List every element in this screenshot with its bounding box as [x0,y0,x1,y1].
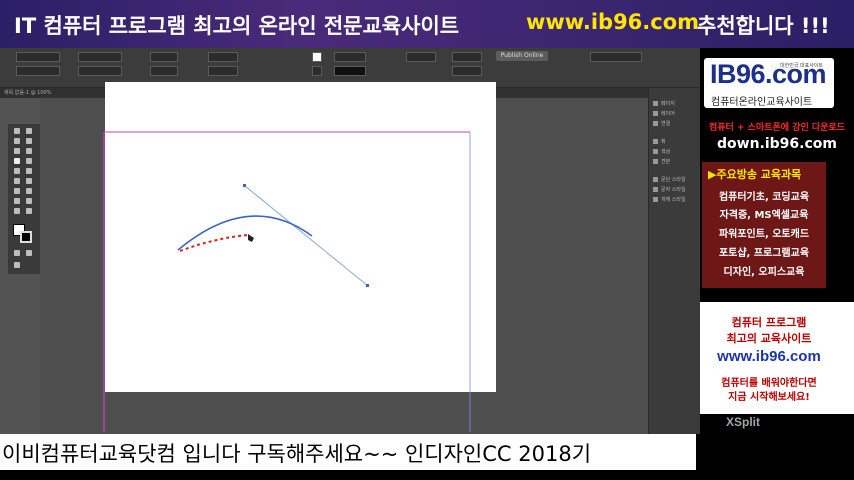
height-field[interactable] [78,66,122,76]
panel-character-styles[interactable]: 문자 스타일 [653,186,686,193]
panel-dock: 페이지 레이어 연결 획 색상 견본 문단 스타일 문자 스타일 개체 스타일 [648,88,700,434]
course-item: 컴퓨터기초, 코딩교육 [718,192,810,203]
ib96-logo: IB96.com 대한민국 대표사이트 컴퓨터온라인교육사이트 [704,58,834,108]
promo-card-url[interactable]: www.ib96.com [700,348,838,365]
y-field[interactable] [16,66,60,76]
panel-stroke[interactable]: 획 [653,138,666,145]
rectangle-frame-tool-icon[interactable] [14,168,20,174]
stroke-swatch[interactable] [312,66,322,76]
logo-tiny-text: 대한민국 대표사이트 [780,63,823,69]
promo-card-line: 컴퓨터 프로그램 [731,316,807,329]
panel-object-styles[interactable]: 개체 스타일 [653,196,686,203]
stroke-type-select[interactable] [334,66,366,76]
apply-none-icon[interactable] [26,250,32,256]
width-field[interactable] [78,52,122,62]
effects-field[interactable] [452,52,482,62]
scale-y-field[interactable] [150,66,178,76]
pencil-tool-icon[interactable] [26,158,32,164]
gradient-feather-tool-icon[interactable] [26,188,32,194]
note-tool-icon[interactable] [14,198,20,204]
panel-paragraph-styles[interactable]: 문단 스타일 [653,176,686,183]
scissors-tool-icon[interactable] [14,178,20,184]
page-tool-icon[interactable] [14,138,20,144]
panel-swatches[interactable]: 견본 [653,158,670,165]
courses-box: ▶주요방송 교육과목 컴퓨터기초, 코딩교육 자격증, MS엑셀교육 파워포인트… [702,162,826,288]
rectangle-tool-icon[interactable] [26,168,32,174]
x-field[interactable] [16,52,60,62]
zoom-tool-icon[interactable] [26,208,32,214]
hand-tool-icon[interactable] [14,208,20,214]
courses-heading: ▶주요방송 교육과목 [708,168,802,181]
stroke-weight-field[interactable] [334,52,366,62]
document-tab[interactable]: 제목 없음-1 @ 100% [4,89,51,96]
links-icon [653,121,658,126]
promo-line: 컴퓨터 + 스마트폰에 강인 다운로드 [709,123,845,133]
line-tool-icon[interactable] [26,148,32,154]
scale-x-field[interactable] [150,52,178,62]
stroke-color-icon[interactable] [20,231,32,243]
corner-field[interactable] [452,66,482,76]
download-url[interactable]: down.ib96.com [700,136,854,152]
opacity-field[interactable] [406,52,436,62]
apply-color-icon[interactable] [14,250,20,256]
paragraph-styles-icon [653,177,658,182]
fill-swatch[interactable] [312,52,322,62]
direct-selection-tool-icon[interactable] [26,128,32,134]
publish-online-button[interactable]: Publish Online [496,51,548,61]
panel-layers[interactable]: 레이어 [653,110,675,117]
course-item: 파워포인트, 오토캐드 [718,229,810,240]
screen-mode-icon[interactable] [14,262,20,268]
promo-card-line: 지금 시작해보세요! [728,392,810,403]
document-page[interactable] [105,82,496,392]
xsplit-watermark: XSplit [726,415,761,429]
subtitle-bar: 이비컴퓨터교육닷컴 입니다 구독해주세요~~ 인디자인CC 2018기 [0,434,696,470]
swatches-icon [653,159,658,164]
workspace-select[interactable] [590,52,642,62]
promo-card-line: 최고의 교육사이트 [726,332,812,345]
shear-field[interactable] [208,66,238,76]
selection-tool-icon[interactable] [14,128,20,134]
rotate-field[interactable] [208,52,238,62]
panel-pages[interactable]: 페이지 [653,100,675,107]
gap-tool-icon[interactable] [26,138,32,144]
eyedropper-tool-icon[interactable] [26,198,32,204]
color-icon [653,149,658,154]
banner-tagline: 추천합니다 !!! [697,14,830,38]
course-item: 디자인, 오피스교육 [723,267,805,278]
tools-panel [8,124,40,274]
banner-url[interactable]: www.ib96.com [526,10,699,34]
free-transform-tool-icon[interactable] [26,178,32,184]
panel-links[interactable]: 연결 [653,120,670,127]
banner-title: IT 컴퓨터 프로그램 최고의 온라인 전문교육사이트 [14,14,460,38]
character-styles-icon [653,187,658,192]
course-item: 자격증, MS엑셀교육 [719,210,809,221]
promo-card-line: 컴퓨터를 배워야한다면 [721,378,817,389]
stroke-icon [653,139,658,144]
gradient-tool-icon[interactable] [14,188,20,194]
course-item: 포토샵, 프로그램교육 [718,248,810,259]
type-tool-icon[interactable] [14,148,20,154]
logo-subtitle: 컴퓨터온라인교육사이트 [711,97,813,108]
pages-icon [653,101,658,106]
panel-color[interactable]: 색상 [653,148,670,155]
promo-card: 컴퓨터 프로그램 최고의 교육사이트 www.ib96.com 컴퓨터를 배워야… [700,302,854,414]
subtitle-text: 이비컴퓨터교육닷컴 입니다 구독해주세요~~ 인디자인CC 2018기 [2,442,592,466]
pen-tool-icon[interactable] [14,158,20,164]
layers-icon [653,111,658,116]
object-styles-icon [653,197,658,202]
top-banner: IT 컴퓨터 프로그램 최고의 온라인 전문교육사이트 www.ib96.com… [0,0,854,48]
